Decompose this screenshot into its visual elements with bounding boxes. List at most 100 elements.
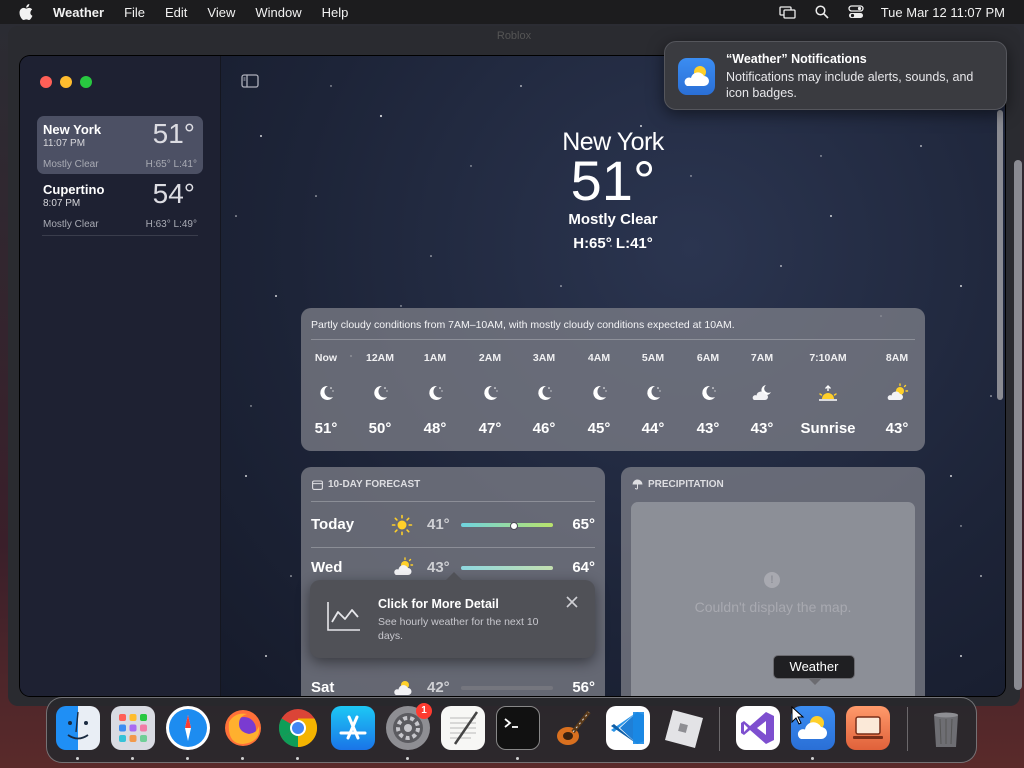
screen-sharing-icon[interactable]: [846, 706, 890, 750]
tip-body: See hourly weather for the next 10 days.: [378, 616, 539, 642]
chrome-icon[interactable]: [276, 706, 320, 750]
trash-icon[interactable]: [924, 706, 968, 750]
forecast-low: 41°: [427, 516, 450, 533]
tooltip-arrow: [809, 679, 821, 685]
hourly-value: 43°: [750, 420, 774, 437]
precipitation-header-label: PRECIPITATION: [648, 479, 724, 490]
location-time: 11:07 PM: [43, 138, 86, 149]
forecast-high: 65°: [572, 516, 595, 533]
hourly-time: 3AM: [532, 352, 556, 364]
background-scrollbar[interactable]: [1014, 160, 1022, 690]
hourly-forecast-card[interactable]: Partly cloudy conditions from 7AM–10AM, …: [301, 308, 925, 451]
hourly-item: 6AM 43°: [683, 352, 733, 437]
finder-icon[interactable]: [56, 706, 100, 750]
hourly-time: 4AM: [587, 352, 611, 364]
menu-view[interactable]: View: [207, 5, 235, 20]
close-window-button[interactable]: [40, 76, 52, 88]
sun-icon: [391, 514, 413, 541]
location-time: 8:07 PM: [43, 198, 81, 209]
hourly-value: 44°: [641, 420, 665, 437]
hourly-item: 2AM 47°: [465, 352, 515, 437]
terminal-icon[interactable]: [496, 706, 540, 750]
temperature-range-bar: [461, 686, 553, 690]
info-icon: !: [764, 572, 780, 588]
garageband-icon[interactable]: [551, 706, 595, 750]
umbrella-icon: [632, 479, 643, 490]
control-center-icon[interactable]: [847, 5, 865, 19]
temperature-range-bar: [461, 566, 553, 570]
close-icon[interactable]: [566, 596, 578, 608]
textedit-icon[interactable]: [441, 706, 485, 750]
current-high-low: H:65° L:41°: [573, 235, 653, 252]
running-indicator: [516, 757, 519, 760]
menu-app-name[interactable]: Weather: [53, 5, 104, 20]
location-city: Cupertino: [43, 182, 105, 197]
notification-badge: 1: [416, 703, 432, 719]
location-divider: [42, 235, 198, 236]
dock-separator: [719, 707, 720, 751]
hourly-time: 2AM: [478, 352, 502, 364]
hourly-time: 7AM: [750, 352, 774, 364]
running-indicator: [811, 757, 814, 760]
location-high-low: H:63° L:49°: [145, 219, 197, 230]
screen-mirroring-icon[interactable]: [779, 5, 797, 19]
hourly-summary: Partly cloudy conditions from 7AM–10AM, …: [311, 319, 735, 331]
running-indicator: [406, 757, 409, 760]
roblox-icon[interactable]: [661, 706, 705, 750]
safari-icon[interactable]: [166, 706, 210, 750]
apple-menu-icon[interactable]: [18, 4, 34, 20]
app-store-icon[interactable]: [331, 706, 375, 750]
hourly-item: 5AM 44°: [628, 352, 678, 437]
map-error-message: Couldn't display the map.: [694, 599, 852, 615]
cloud-sun-icon: [872, 383, 922, 403]
hourly-time: 5AM: [641, 352, 665, 364]
search-icon[interactable]: [813, 5, 831, 19]
hourly-value: 43°: [885, 420, 909, 437]
hourly-value: 43°: [696, 420, 720, 437]
forecast-day: Sat: [311, 679, 335, 696]
hourly-time: 7:10AM: [809, 352, 847, 364]
mouse-cursor-icon: [791, 706, 805, 725]
sidebar-toggle-icon[interactable]: [241, 74, 259, 88]
forecast-row-sat[interactable]: Sat 42° 56°: [311, 667, 595, 696]
menu-file[interactable]: File: [124, 5, 145, 20]
forecast-header: 10-DAY FORECAST: [312, 479, 420, 490]
precipitation-header: PRECIPITATION: [632, 479, 724, 490]
sidebar: New York 11:07 PM Mostly Clear 51° H:65°…: [20, 56, 221, 696]
location-high-low: H:65° L:41°: [145, 159, 197, 170]
menu-edit[interactable]: Edit: [165, 5, 187, 20]
location-temp: 54°: [152, 178, 195, 209]
menu-window[interactable]: Window: [255, 5, 301, 20]
visual-studio-icon[interactable]: [736, 706, 780, 750]
hourly-item: 3AM 46°: [519, 352, 569, 437]
forecast-divider: [311, 501, 595, 502]
hourly-value: Sunrise: [800, 420, 856, 437]
moon-icon: [355, 383, 405, 403]
hourly-value: 47°: [478, 420, 502, 437]
dock: 1: [46, 697, 977, 763]
vscode-icon[interactable]: [606, 706, 650, 750]
hourly-value: 45°: [587, 420, 611, 437]
forecast-row-today[interactable]: Today 41° 65°: [311, 504, 595, 544]
hourly-time: 1AM: [423, 352, 447, 364]
launchpad-icon[interactable]: [111, 706, 155, 750]
hourly-value: 48°: [423, 420, 447, 437]
hourly-divider: [311, 339, 915, 340]
location-item-cupertino[interactable]: Cupertino 8:07 PM Mostly Clear 54° H:63°…: [37, 176, 203, 234]
dock-tooltip-label: Weather: [789, 659, 839, 674]
dock-separator: [907, 707, 908, 751]
forecast-high: 64°: [572, 559, 595, 576]
menu-help[interactable]: Help: [322, 5, 349, 20]
notification-banner[interactable]: “Weather” Notifications Notifications ma…: [664, 41, 1007, 110]
firefox-icon[interactable]: [221, 706, 265, 750]
more-detail-tip[interactable]: Click for More Detail See hourly weather…: [310, 572, 595, 658]
zoom-window-button[interactable]: [80, 76, 92, 88]
content-scrollbar[interactable]: [997, 110, 1003, 400]
location-item-new-york[interactable]: New York 11:07 PM Mostly Clear 51° H:65°…: [37, 116, 203, 174]
minimize-window-button[interactable]: [60, 76, 72, 88]
menu-clock[interactable]: Tue Mar 12 11:07 PM: [881, 5, 1005, 20]
cloud-moon-icon: [737, 383, 787, 403]
forecast-high: 56°: [572, 679, 595, 696]
hourly-time: Now: [314, 352, 338, 364]
forecast-day: Wed: [311, 559, 343, 576]
